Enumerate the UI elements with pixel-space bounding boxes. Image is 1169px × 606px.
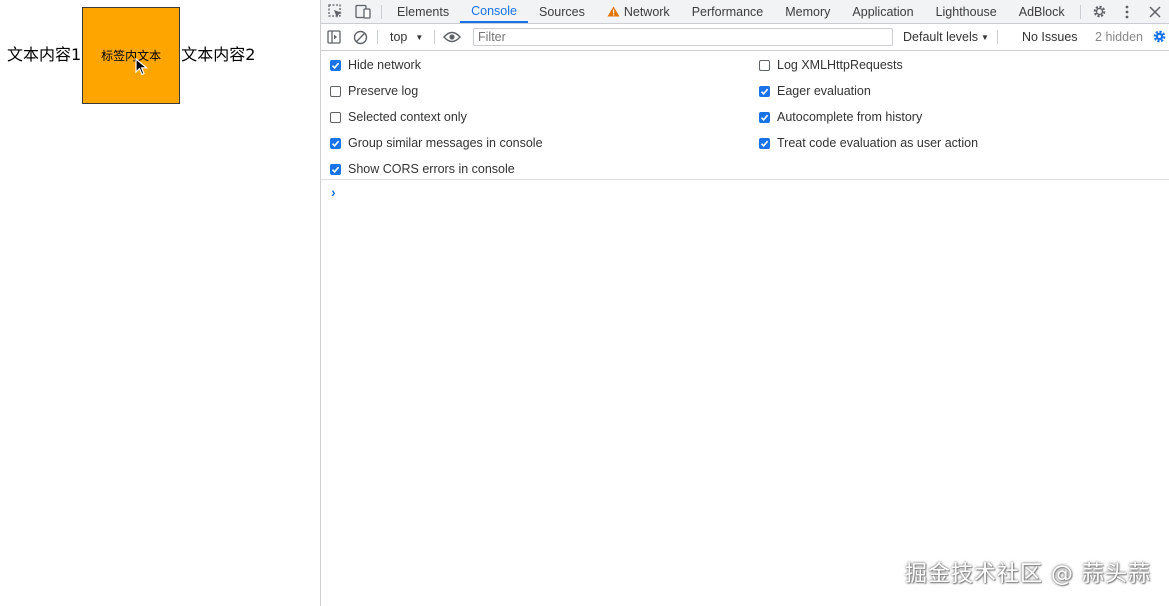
filter-input[interactable] <box>473 28 893 46</box>
device-toolbar-icon[interactable] <box>349 0 377 23</box>
toolbar-separator <box>377 30 378 44</box>
watermark: 掘金技术社区 @ 蒜头蒜 <box>905 562 1151 587</box>
demo-line: 文本内容1 标签内文本 文本内容2 <box>7 5 255 105</box>
text-before: 文本内容1 <box>7 45 82 64</box>
tabbar-separator <box>1080 4 1081 19</box>
tab-application[interactable]: Application <box>841 0 924 23</box>
console-settings-gear-icon[interactable] <box>1152 29 1167 44</box>
checkbox-checked[interactable] <box>759 137 770 149</box>
page-preview: 文本内容1 标签内文本 文本内容2 <box>0 0 320 606</box>
setting-group-similar[interactable]: Group similar messages in console <box>330 134 543 152</box>
checkbox-checked[interactable] <box>759 85 770 97</box>
context-select[interactable]: top ▼ <box>390 30 430 44</box>
context-value: top <box>390 30 408 44</box>
toolbar-separator <box>434 30 435 44</box>
setting-autocomplete-history[interactable]: Autocomplete from history <box>759 108 922 126</box>
more-options-icon[interactable] <box>1113 0 1141 23</box>
devtools-tabbar: Elements Console Sources Network Perform… <box>321 0 1169 24</box>
setting-show-cors-errors[interactable]: Show CORS errors in console <box>330 160 515 178</box>
console-toolbar: top ▼ Default levels ▼ No Issues 2 hidde… <box>321 24 1169 51</box>
checkbox-checked[interactable] <box>330 137 341 149</box>
tabbar-separator <box>381 4 382 19</box>
screen: 文本内容1 标签内文本 文本内容2 Elements Console Sourc… <box>0 0 1169 606</box>
checkbox-unchecked[interactable] <box>759 59 770 71</box>
text-after: 文本内容2 <box>181 45 256 64</box>
warning-icon <box>607 6 620 17</box>
setting-treat-code-evaluation[interactable]: Treat code evaluation as user action <box>759 134 978 152</box>
devtools-panel: Elements Console Sources Network Perform… <box>320 0 1169 606</box>
toolbar-separator <box>996 30 998 44</box>
log-levels-dropdown[interactable]: Default levels ▼ <box>903 30 989 44</box>
checkbox-unchecked[interactable] <box>330 85 341 97</box>
tab-elements[interactable]: Elements <box>386 0 460 23</box>
tab-sources[interactable]: Sources <box>528 0 596 23</box>
tab-performance[interactable]: Performance <box>681 0 775 23</box>
setting-hide-network[interactable]: Hide network <box>330 56 421 74</box>
checkbox-checked[interactable] <box>330 163 341 175</box>
tab-adblock[interactable]: AdBlock <box>1008 0 1076 23</box>
checkbox-checked[interactable] <box>759 111 770 123</box>
issues-button[interactable]: No Issues <box>1022 30 1078 44</box>
tabbar-actions <box>1076 0 1169 23</box>
close-icon[interactable] <box>1141 0 1169 23</box>
hidden-count: 2 hidden <box>1095 30 1143 44</box>
tab-memory[interactable]: Memory <box>774 0 841 23</box>
chevron-down-icon: ▼ <box>981 32 989 42</box>
checkbox-unchecked[interactable] <box>330 111 341 123</box>
console-prompt-chevron-icon[interactable]: › <box>331 184 336 200</box>
label-box-text[interactable]: 标签内文本 <box>101 47 161 64</box>
inspect-element-icon[interactable] <box>321 0 349 23</box>
console-settings-pane: Hide network Preserve log Selected conte… <box>321 51 1169 180</box>
tab-lighthouse[interactable]: Lighthouse <box>925 0 1008 23</box>
setting-log-xhr[interactable]: Log XMLHttpRequests <box>759 56 903 74</box>
tab-console[interactable]: Console <box>460 0 528 23</box>
setting-eager-evaluation[interactable]: Eager evaluation <box>759 82 871 100</box>
chevron-down-icon: ▼ <box>415 32 424 42</box>
sidebar-toggle-icon[interactable] <box>321 24 347 50</box>
log-levels-label: Default levels <box>903 30 979 44</box>
checkbox-checked[interactable] <box>330 59 341 71</box>
setting-preserve-log[interactable]: Preserve log <box>330 82 418 100</box>
mouse-cursor-icon <box>135 57 149 75</box>
settings-gear-icon[interactable] <box>1085 0 1113 23</box>
label-box[interactable]: 标签内文本 <box>82 6 181 104</box>
clear-console-icon[interactable] <box>347 24 373 50</box>
tab-network[interactable]: Network <box>596 0 681 23</box>
setting-selected-context-only[interactable]: Selected context only <box>330 108 467 126</box>
live-expression-eye-icon[interactable] <box>439 24 465 50</box>
